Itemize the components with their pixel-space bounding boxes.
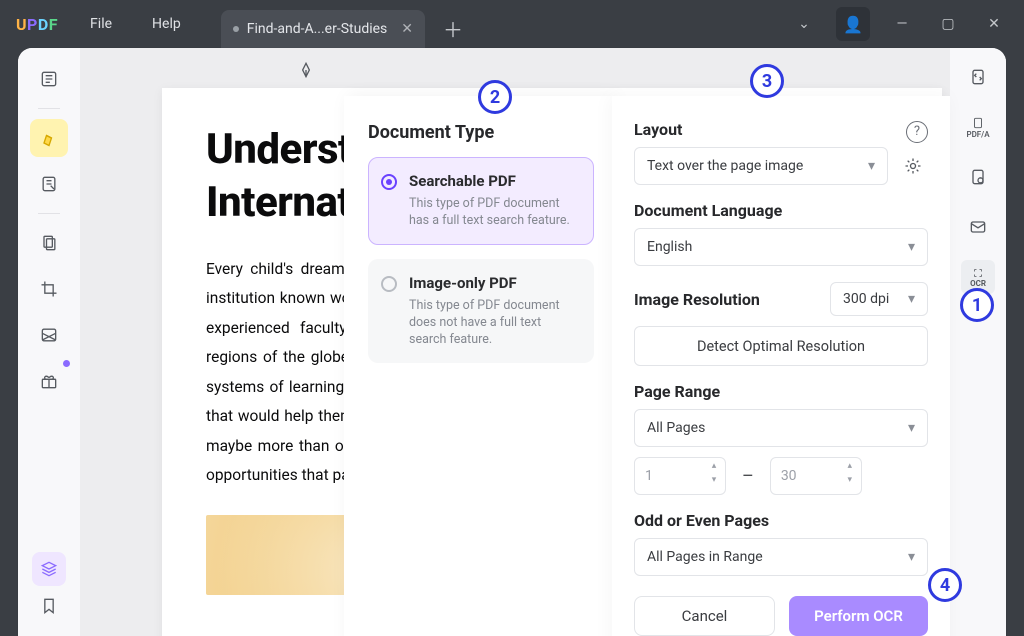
account-avatar[interactable]: 👤 xyxy=(836,7,870,41)
window-minimize-icon[interactable]: — xyxy=(888,10,916,38)
radio-icon xyxy=(381,174,397,190)
detect-resolution-button[interactable]: Detect Optimal Resolution xyxy=(634,326,928,366)
window-maximize-icon[interactable]: ▢ xyxy=(934,10,962,38)
option-title: Image-only PDF xyxy=(409,274,579,292)
tab-close-icon[interactable]: ✕ xyxy=(401,21,413,37)
menu-file[interactable]: File xyxy=(90,16,112,32)
chevron-down-icon: ▾ xyxy=(868,158,875,174)
option-title: Searchable PDF xyxy=(409,172,579,190)
option-image-only-pdf[interactable]: Image-only PDF This type of PDF document… xyxy=(368,259,594,364)
resolution-label: Image Resolution xyxy=(634,290,760,309)
chevron-down-icon: ▾ xyxy=(908,420,915,436)
range-dash: – xyxy=(736,466,760,487)
language-value: English xyxy=(647,239,692,255)
gift-tool[interactable] xyxy=(30,362,68,400)
step-up-icon[interactable]: ▴ xyxy=(845,462,855,474)
redact-tool[interactable] xyxy=(30,316,68,354)
app-logo: UPDF xyxy=(16,15,58,34)
mail-tool[interactable] xyxy=(961,210,995,244)
chevron-down-icon: ▾ xyxy=(908,549,915,565)
ocr-settings-panel: Layout ? Text over the page image ▾ Docu… xyxy=(612,96,950,636)
document-type-panel: Document Type Searchable PDF This type o… xyxy=(344,96,612,636)
page-range-value: All Pages xyxy=(647,420,705,436)
pen-tool-icon[interactable] xyxy=(296,60,320,84)
chevron-down-icon: ▾ xyxy=(908,239,915,255)
left-toolbar xyxy=(18,48,80,636)
odd-even-select[interactable]: All Pages in Range ▾ xyxy=(634,538,928,576)
chevron-down-icon: ▾ xyxy=(908,291,915,307)
step-down-icon[interactable]: ▾ xyxy=(709,476,719,488)
chevron-down-icon[interactable]: ⌄ xyxy=(790,10,818,38)
step-down-icon[interactable]: ▾ xyxy=(845,476,855,488)
cancel-button[interactable]: Cancel xyxy=(634,596,775,636)
radio-icon xyxy=(381,276,397,292)
pdfa-tool[interactable]: PDF/A xyxy=(961,110,995,144)
option-desc: This type of PDF document has a full tex… xyxy=(409,196,579,230)
range-to-input[interactable]: 30 ▴ ▾ xyxy=(770,457,862,495)
step-badge-1: 1 xyxy=(960,288,994,322)
page-range-label: Page Range xyxy=(634,382,928,401)
document-tab[interactable]: Find-and-A...er-Studies ✕ xyxy=(221,10,425,48)
step-up-icon[interactable]: ▴ xyxy=(709,462,719,474)
window-close-icon[interactable]: ✕ xyxy=(980,10,1008,38)
perform-ocr-button[interactable]: Perform OCR xyxy=(789,596,928,636)
right-toolbar: PDF/A OCR xyxy=(950,48,1006,636)
resolution-value: 300 dpi xyxy=(843,291,889,307)
protect-tool[interactable] xyxy=(961,160,995,194)
highlight-tool[interactable] xyxy=(30,119,68,157)
range-from-input[interactable]: 1 ▴ ▾ xyxy=(634,457,726,495)
language-label: Document Language xyxy=(634,201,928,220)
convert-tool[interactable] xyxy=(961,60,995,94)
layout-select[interactable]: Text over the page image ▾ xyxy=(634,147,888,185)
edit-tool[interactable] xyxy=(30,165,68,203)
bookmark-button[interactable] xyxy=(39,596,59,620)
title-bar: UPDF File Help Find-and-A...er-Studies ✕… xyxy=(0,0,1024,48)
step-badge-3: 3 xyxy=(750,64,784,98)
tab-title: Find-and-A...er-Studies xyxy=(247,21,388,37)
reader-tool[interactable] xyxy=(30,60,68,98)
odd-even-label: Odd or Even Pages xyxy=(634,511,928,530)
organize-tool[interactable] xyxy=(30,224,68,262)
range-from-value: 1 xyxy=(645,468,653,484)
layout-value: Text over the page image xyxy=(647,158,803,174)
resolution-select[interactable]: 300 dpi ▾ xyxy=(830,282,928,316)
language-select[interactable]: English ▾ xyxy=(634,228,928,266)
new-tab-button[interactable]: ＋ xyxy=(443,14,463,43)
option-searchable-pdf[interactable]: Searchable PDF This type of PDF document… xyxy=(368,157,594,245)
menu-help[interactable]: Help xyxy=(152,16,181,32)
step-badge-2: 2 xyxy=(478,80,512,114)
app-frame: PDF/A OCR Understanding the Need of Inte… xyxy=(18,48,1006,636)
layers-button[interactable] xyxy=(32,552,66,586)
page-range-select[interactable]: All Pages ▾ xyxy=(634,409,928,447)
document-type-title: Document Type xyxy=(368,122,594,143)
tab-indicator-icon xyxy=(233,26,239,32)
layout-gear-button[interactable] xyxy=(898,151,928,181)
option-desc: This type of PDF document does not have … xyxy=(409,298,579,349)
step-badge-4: 4 xyxy=(928,568,962,602)
layout-label: Layout xyxy=(634,120,682,139)
odd-even-value: All Pages in Range xyxy=(647,549,763,565)
crop-tool[interactable] xyxy=(30,270,68,308)
range-to-value: 30 xyxy=(781,468,797,484)
help-icon[interactable]: ? xyxy=(906,121,928,143)
